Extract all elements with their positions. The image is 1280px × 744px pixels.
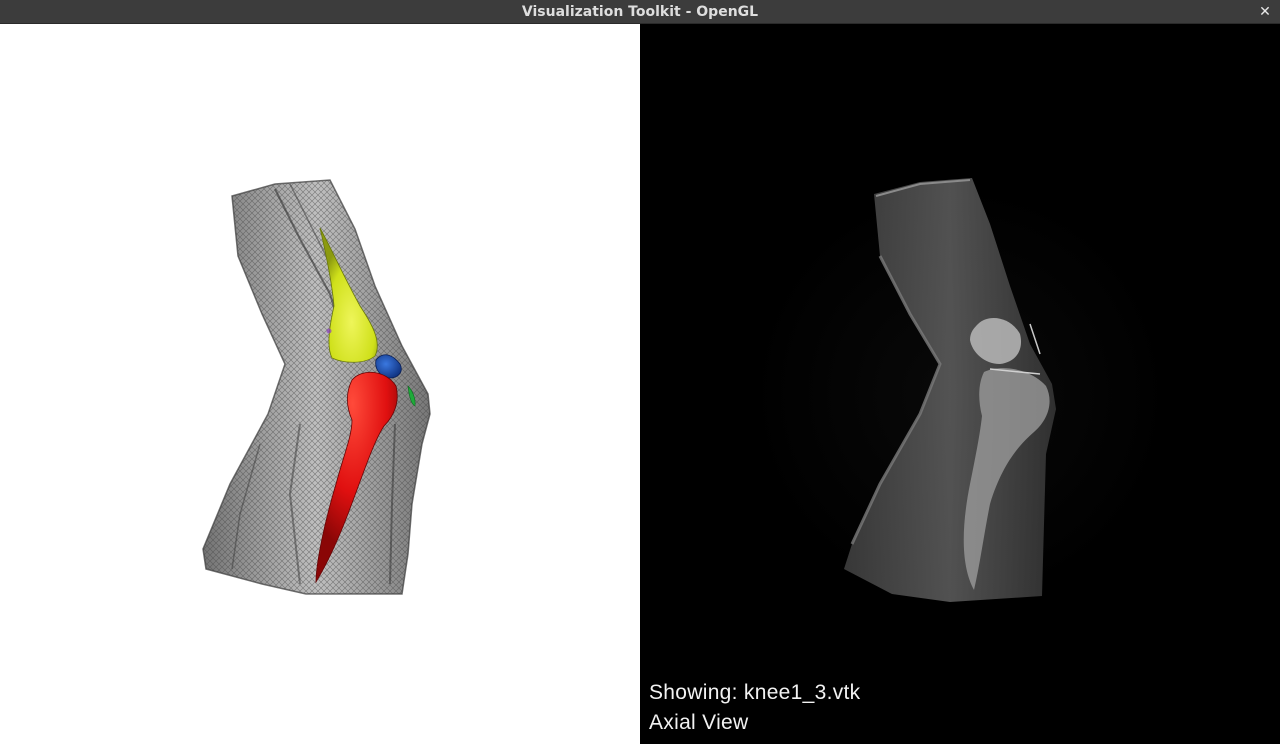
- mri-slice-canvas: [750, 178, 1170, 604]
- window-title: Visualization Toolkit - OpenGL: [521, 4, 759, 20]
- slice-view[interactable]: Showing: knee1_3.vtk Axial View: [640, 24, 1280, 744]
- vtk-window: Visualization Toolkit - OpenGL ✕ Showing…: [0, 0, 1280, 744]
- view-label: Axial View: [649, 711, 749, 734]
- close-icon[interactable]: ✕: [1256, 3, 1274, 21]
- marker-dot: [326, 328, 332, 334]
- file-label: Showing: knee1_3.vtk: [649, 681, 861, 704]
- volume-render-view[interactable]: [0, 24, 640, 744]
- volume-render-canvas: [202, 179, 431, 595]
- title-bar[interactable]: Visualization Toolkit - OpenGL ✕: [0, 0, 1280, 24]
